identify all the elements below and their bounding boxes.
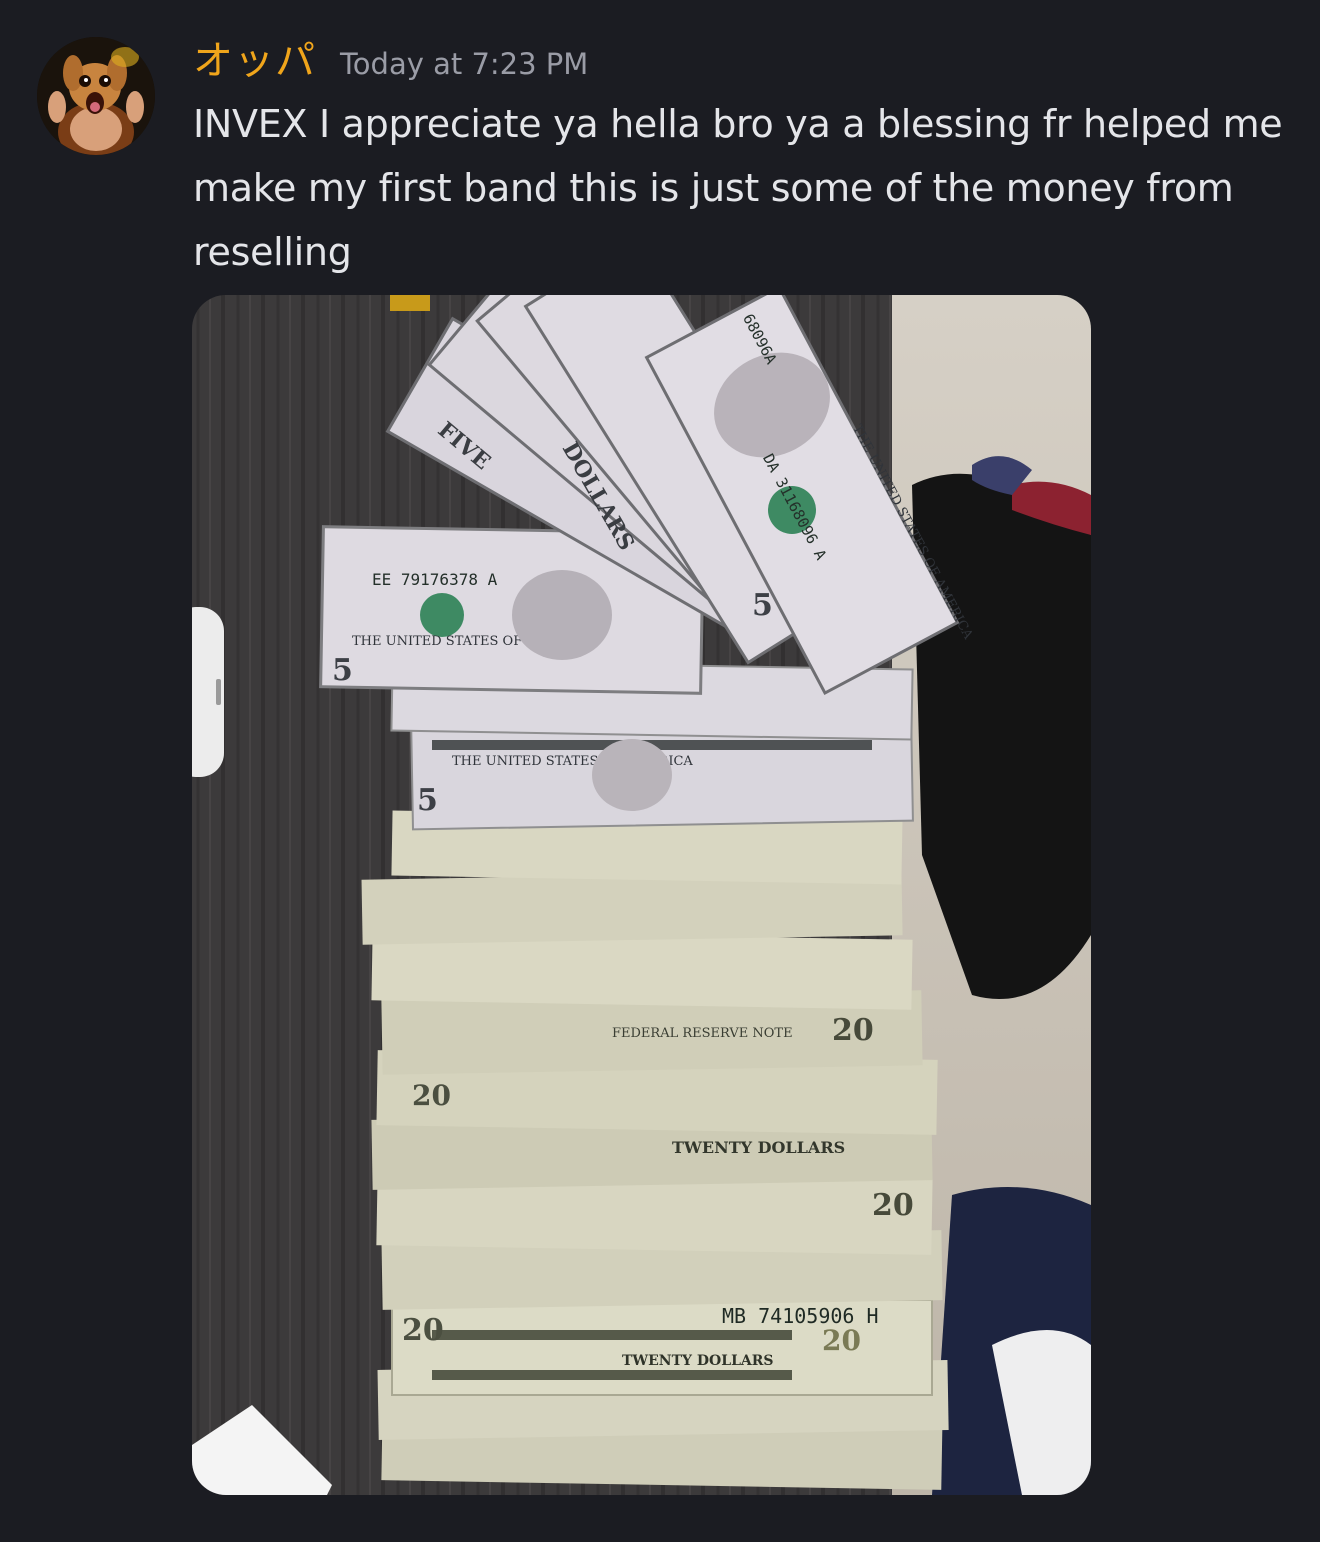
svg-text:TWENTY DOLLARS: TWENTY DOLLARS	[672, 1138, 845, 1157]
money-stack-photo: TWENTY DOLLARS MB 74105906 H 20 20 20 TW…	[192, 295, 1091, 1495]
svg-text:FEDERAL RESERVE NOTE: FEDERAL RESERVE NOTE	[612, 1026, 793, 1041]
image-attachment[interactable]: TWENTY DOLLARS MB 74105906 H 20 20 20 TW…	[192, 295, 1091, 1495]
svg-text:20: 20	[872, 1188, 914, 1223]
svg-text:20: 20	[822, 1324, 861, 1357]
twenty-dollar-stack: TWENTY DOLLARS MB 74105906 H 20 20 20 TW…	[361, 810, 949, 1490]
svg-text:5: 5	[417, 783, 438, 818]
svg-text:5: 5	[752, 588, 773, 623]
svg-text:20: 20	[402, 1313, 444, 1348]
svg-text:20: 20	[832, 1013, 874, 1048]
message-content: INVEX I appreciate ya hella bro ya a ble…	[193, 102, 1283, 274]
username[interactable]: オッパ	[193, 28, 316, 86]
message-header: オッパ Today at 7:23 PM	[193, 28, 588, 88]
timestamp[interactable]: Today at 7:23 PM	[340, 47, 588, 81]
svg-text:TWENTY DOLLARS: TWENTY DOLLARS	[622, 1353, 774, 1369]
svg-text:20: 20	[412, 1079, 451, 1112]
svg-text:5: 5	[332, 653, 353, 688]
svg-text:EE 79176378 A: EE 79176378 A	[372, 570, 498, 589]
chat-message: オッパ Today at 7:23 PM INVEX I appreciate …	[0, 0, 1320, 1542]
user-avatar[interactable]	[37, 37, 155, 155]
dog-avatar-icon	[37, 37, 155, 155]
